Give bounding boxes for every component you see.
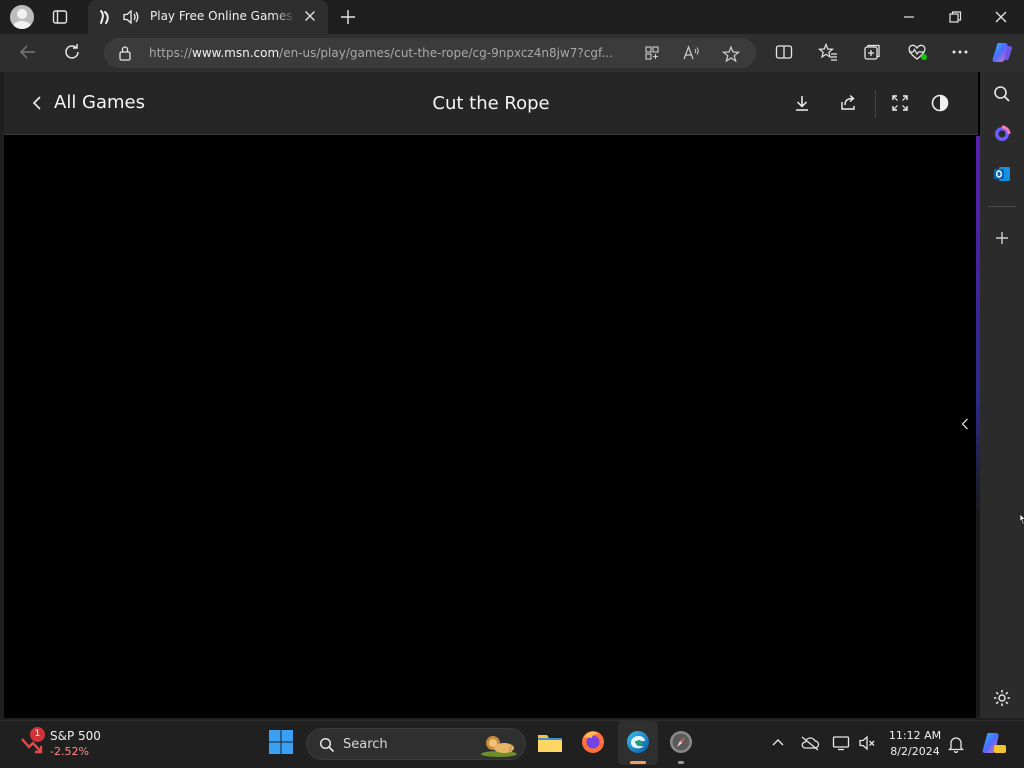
- file-explorer-icon[interactable]: [536, 729, 564, 755]
- copilot-taskbar-icon[interactable]: [980, 730, 1006, 756]
- refresh-icon[interactable]: [62, 42, 82, 62]
- compass-app-icon[interactable]: [668, 729, 694, 755]
- favorite-star-icon[interactable]: [722, 45, 740, 63]
- stock-widget[interactable]: 1 S&P 500 -2.52%: [20, 727, 110, 761]
- favorites-icon[interactable]: [818, 42, 838, 62]
- close-window-icon[interactable]: [994, 8, 1008, 26]
- edge-sidebar: [980, 72, 1024, 718]
- fullscreen-icon[interactable]: [891, 94, 909, 112]
- search-icon[interactable]: [992, 84, 1012, 104]
- display-icon[interactable]: [832, 735, 850, 751]
- search-placeholder: Search: [343, 737, 388, 752]
- stock-name: S&P 500: [50, 729, 101, 743]
- volume-muted-icon[interactable]: [858, 735, 876, 751]
- header-divider: [875, 90, 876, 118]
- edge-icon: [625, 729, 651, 755]
- share-icon[interactable]: [839, 94, 857, 112]
- notification-badge: 1: [30, 727, 45, 742]
- browser-toolbar: https://www.msn.com/en-us/play/games/cut…: [0, 34, 1024, 72]
- clock-time: 11:12 AM: [888, 729, 942, 742]
- windows-taskbar: 1 S&P 500 -2.52% Search 11:12 AM 8/2/202…: [0, 720, 1024, 768]
- collections-icon[interactable]: [862, 42, 882, 62]
- edge-taskbar-button[interactable]: [618, 721, 658, 765]
- game-title: Cut the Rope: [432, 93, 550, 114]
- firefox-icon[interactable]: [580, 729, 606, 755]
- copilot-sidebar-icon[interactable]: [992, 124, 1012, 144]
- copilot-icon[interactable]: [990, 40, 1014, 64]
- edge-running-indicator: [630, 761, 646, 764]
- restore-icon[interactable]: [948, 8, 962, 26]
- system-clock[interactable]: 11:12 AM 8/2/2024: [880, 728, 950, 760]
- lock-icon[interactable]: [118, 45, 132, 61]
- app-running-indicator: [678, 761, 684, 764]
- collapse-panel-chevron-icon[interactable]: [960, 416, 970, 432]
- show-hidden-icons-chevron-icon[interactable]: [770, 735, 786, 751]
- stock-change: -2.52%: [50, 745, 89, 758]
- web-page: All Games Cut the Rope: [4, 72, 980, 718]
- tab-strip: Play Free Online Games | Games: [0, 0, 1024, 34]
- mouse-cursor-icon: [1020, 514, 1024, 530]
- split-screen-icon[interactable]: [774, 42, 794, 62]
- app-available-icon[interactable]: [644, 45, 660, 61]
- profile-avatar-icon[interactable]: [10, 5, 34, 29]
- download-icon[interactable]: [794, 94, 810, 112]
- tab-title: Play Free Online Games | Games: [150, 9, 296, 23]
- game-favicon-icon: [98, 9, 112, 25]
- game-header: All Games Cut the Rope: [4, 72, 978, 135]
- active-tab[interactable]: Play Free Online Games | Games: [88, 0, 328, 34]
- minimize-icon[interactable]: [902, 8, 916, 26]
- add-sidebar-app-icon[interactable]: [992, 228, 1012, 248]
- game-canvas[interactable]: [4, 136, 976, 718]
- sidebar-settings-gear-icon[interactable]: [992, 688, 1012, 708]
- new-tab-icon[interactable]: [338, 7, 358, 27]
- more-options-icon[interactable]: [950, 42, 970, 62]
- browser-essentials-icon[interactable]: [906, 42, 928, 62]
- url-text[interactable]: https://www.msn.com/en-us/play/games/cut…: [149, 46, 629, 60]
- taskbar-search-box[interactable]: Search: [306, 728, 526, 760]
- close-tab-icon[interactable]: [304, 10, 316, 22]
- speaker-icon[interactable]: [122, 9, 140, 25]
- sidebar-divider: [988, 206, 1016, 207]
- outlook-icon[interactable]: [992, 164, 1012, 184]
- theme-toggle-icon[interactable]: [930, 93, 950, 113]
- address-bar[interactable]: https://www.msn.com/en-us/play/games/cut…: [104, 38, 756, 68]
- notification-bell-icon[interactable]: [948, 735, 964, 753]
- tab-actions-menu-icon[interactable]: [47, 6, 73, 28]
- windows-start-icon[interactable]: [268, 729, 294, 755]
- back-arrow-icon[interactable]: [18, 42, 38, 62]
- search-highlight-lion-icon: [479, 732, 519, 758]
- read-aloud-icon[interactable]: [682, 45, 700, 61]
- onedrive-offline-icon[interactable]: [800, 735, 820, 751]
- search-icon: [319, 737, 335, 753]
- clock-date: 8/2/2024: [890, 745, 940, 758]
